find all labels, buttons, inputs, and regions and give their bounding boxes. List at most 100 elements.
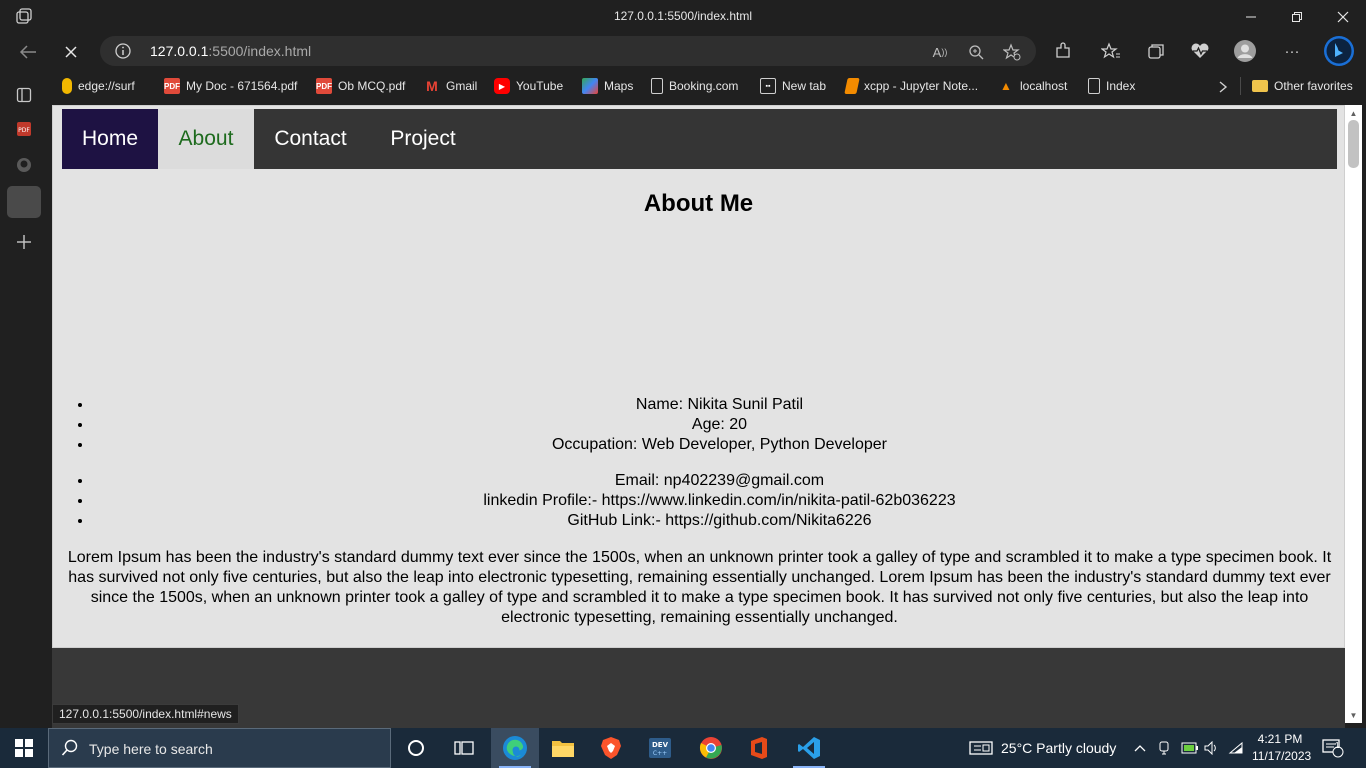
favorite-ob-mcq[interactable]: PDF Ob MCQ.pdf bbox=[316, 77, 405, 95]
page-icon bbox=[651, 78, 663, 94]
folder-icon bbox=[1252, 80, 1268, 92]
maps-icon bbox=[582, 78, 598, 94]
favorite-label: YouTube bbox=[516, 79, 564, 93]
other-favorites-folder[interactable]: Other favorites bbox=[1252, 77, 1353, 95]
favorite-edge-surf[interactable]: edge://surf bbox=[62, 77, 135, 95]
favorite-index[interactable]: Index bbox=[1088, 77, 1135, 95]
restore-button[interactable] bbox=[1274, 0, 1320, 34]
wifi-icon[interactable] bbox=[1228, 728, 1246, 768]
favorites-divider bbox=[1240, 77, 1241, 95]
svg-text:C++: C++ bbox=[653, 750, 667, 757]
scroll-up-arrow-icon[interactable]: ▲ bbox=[1345, 106, 1362, 120]
taskbar-clock[interactable]: 4:21 PM 11/17/2023 bbox=[1252, 731, 1312, 765]
clock-time: 4:21 PM bbox=[1257, 732, 1303, 746]
cortana-icon[interactable] bbox=[392, 728, 440, 768]
close-window-button[interactable] bbox=[1320, 0, 1366, 34]
list-item-name: Name: Nikita Sunil Patil bbox=[93, 395, 1345, 415]
show-hidden-icons-chevron-icon[interactable] bbox=[1134, 728, 1146, 768]
about-heading: About Me bbox=[643, 190, 754, 217]
favorite-booking[interactable]: Booking.com bbox=[651, 77, 738, 95]
url-host: 127.0.0.1 bbox=[150, 43, 209, 59]
brave-icon[interactable] bbox=[587, 728, 635, 768]
surf-icon bbox=[62, 78, 72, 94]
add-favorite-icon[interactable] bbox=[1002, 42, 1022, 62]
back-button[interactable] bbox=[13, 37, 43, 67]
nav-link-about[interactable]: About bbox=[158, 109, 254, 169]
search-icon bbox=[61, 739, 79, 757]
edge-taskbar-icon[interactable] bbox=[491, 728, 539, 768]
clock-date: 11/17/2023 bbox=[1252, 749, 1312, 763]
favorite-label: xcpp - Jupyter Note... bbox=[864, 79, 979, 93]
browser-title-bar: 127.0.0.1:5500/index.html bbox=[0, 0, 1366, 34]
notification-count: 1 bbox=[1335, 741, 1340, 750]
new-tab-plus-icon[interactable] bbox=[10, 228, 38, 256]
url-path: :5500/index.html bbox=[208, 43, 312, 59]
pdf-tab-icon[interactable]: PDF bbox=[10, 115, 38, 143]
active-tab-icon[interactable] bbox=[7, 186, 41, 218]
site-navbar: Home About Contact Project bbox=[62, 109, 1337, 169]
favorite-youtube[interactable]: ▶ YouTube bbox=[494, 77, 563, 95]
favorite-label: Index bbox=[1106, 79, 1136, 93]
zoom-icon[interactable] bbox=[966, 42, 986, 62]
vscode-icon[interactable] bbox=[785, 728, 833, 768]
taskbar-search-box[interactable]: Type here to search bbox=[48, 728, 391, 768]
start-button[interactable] bbox=[0, 728, 48, 768]
tab-actions-icon[interactable] bbox=[10, 81, 38, 109]
chrome-icon[interactable] bbox=[687, 728, 735, 768]
contact-links-list: Email: np402239@gmail.com linkedin Profi… bbox=[53, 471, 1345, 531]
search-placeholder: Type here to search bbox=[89, 741, 213, 757]
favorite-localhost[interactable]: ▲ localhost bbox=[998, 77, 1067, 95]
scrollbar-thumb[interactable] bbox=[1348, 120, 1359, 168]
windows-logo-icon bbox=[15, 739, 33, 757]
bing-chat-icon[interactable] bbox=[1323, 35, 1355, 67]
more-options-icon[interactable]: ··· bbox=[1280, 39, 1304, 63]
task-view-icon[interactable] bbox=[440, 728, 488, 768]
favorite-label: localhost bbox=[1020, 79, 1068, 93]
site-info-icon[interactable] bbox=[114, 42, 132, 60]
favorite-label: Ob MCQ.pdf bbox=[338, 79, 406, 93]
volume-icon[interactable] bbox=[1204, 728, 1220, 768]
favorites-overflow-chevron-icon[interactable] bbox=[1218, 78, 1228, 96]
personal-details-list: Name: Nikita Sunil Patil Age: 20 Occupat… bbox=[53, 395, 1345, 455]
youtube-icon: ▶ bbox=[494, 78, 510, 94]
favorite-maps[interactable]: Maps bbox=[582, 77, 633, 95]
window-title: 127.0.0.1:5500/index.html bbox=[613, 9, 753, 23]
favorites-bar: edge://surf PDF My Doc - 671564.pdf PDF … bbox=[52, 70, 1366, 102]
extensions-icon[interactable] bbox=[1051, 39, 1075, 63]
favorite-jupyter[interactable]: xcpp - Jupyter Note... bbox=[844, 77, 979, 95]
browser-sidebar: PDF bbox=[0, 70, 48, 728]
minimize-button[interactable] bbox=[1228, 0, 1274, 34]
page-viewport: Home About Contact Project About Me Name… bbox=[52, 105, 1345, 728]
favorite-my-doc[interactable]: PDF My Doc - 671564.pdf bbox=[164, 77, 297, 95]
about-section: Home About Contact Project About Me Name… bbox=[52, 105, 1345, 648]
meet-now-icon[interactable] bbox=[1157, 728, 1171, 768]
favorite-gmail[interactable]: M Gmail bbox=[424, 77, 477, 95]
address-bar[interactable]: 127.0.0.1:5500/index.html A)) bbox=[100, 36, 1036, 66]
scroll-down-arrow-icon[interactable]: ▼ bbox=[1345, 708, 1362, 722]
office-icon[interactable] bbox=[735, 728, 783, 768]
dev-cpp-icon[interactable]: DEV C++ bbox=[636, 728, 684, 768]
github-icon[interactable] bbox=[10, 151, 38, 179]
browser-essentials-icon[interactable] bbox=[1188, 39, 1212, 63]
page-scrollbar[interactable]: ▲ ▼ bbox=[1345, 105, 1362, 723]
favorites-icon[interactable] bbox=[1099, 39, 1123, 63]
stop-loading-button[interactable] bbox=[56, 37, 86, 67]
favorite-label: Booking.com bbox=[669, 79, 739, 93]
nav-link-contact[interactable]: Contact bbox=[254, 109, 367, 169]
collections-icon[interactable] bbox=[1144, 39, 1168, 63]
read-aloud-icon[interactable]: A)) bbox=[930, 42, 950, 62]
favorite-label: Gmail bbox=[446, 79, 478, 93]
favorite-new-tab[interactable]: ▪▪ New tab bbox=[760, 77, 826, 95]
profile-avatar[interactable] bbox=[1233, 39, 1257, 63]
svg-text:DEV: DEV bbox=[652, 741, 669, 749]
list-item-occupation: Occupation: Web Developer, Python Develo… bbox=[93, 435, 1345, 455]
nav-link-home[interactable]: Home bbox=[62, 109, 158, 169]
battery-icon[interactable] bbox=[1181, 728, 1199, 768]
weather-widget[interactable]: 25°C Partly cloudy bbox=[969, 728, 1116, 768]
nav-link-project[interactable]: Project bbox=[367, 109, 479, 169]
page-icon bbox=[1088, 78, 1100, 94]
notifications-button[interactable]: 1 bbox=[1322, 728, 1344, 768]
url-text[interactable]: 127.0.0.1:5500/index.html bbox=[150, 43, 311, 59]
file-explorer-icon[interactable] bbox=[539, 728, 587, 768]
weather-text: 25°C Partly cloudy bbox=[1001, 740, 1117, 756]
